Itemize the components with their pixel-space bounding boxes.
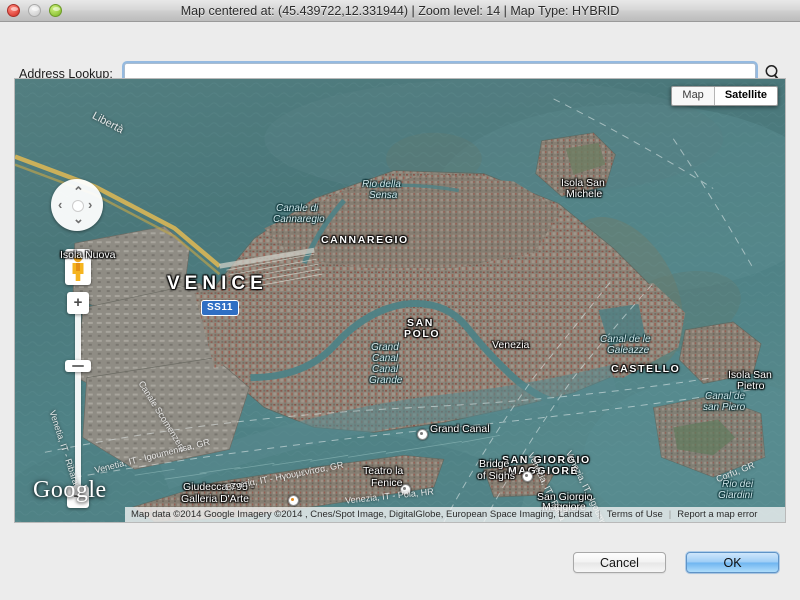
pan-left-icon[interactable]: ‹ [58, 198, 62, 211]
address-lookup-toolbar: Address Lookup: [0, 22, 800, 85]
report-map-error-link[interactable]: Report a map error [677, 509, 757, 520]
poi-marker-bridge-of-sighs[interactable] [522, 471, 533, 482]
zoom-in-button[interactable]: + [67, 292, 89, 314]
pan-center-button[interactable] [72, 200, 84, 212]
poi-marker-grand-canal[interactable] [417, 429, 428, 440]
dialog-button-bar: Cancel OK [0, 524, 800, 600]
zoom-slider-track[interactable] [75, 294, 81, 502]
attribution-separator-2: | [668, 509, 672, 520]
map-type-satellite-button[interactable]: Satellite [713, 87, 777, 105]
ok-button[interactable]: OK [686, 552, 779, 573]
title-bar: Map centered at: (45.439722,12.331944) |… [0, 0, 800, 22]
map-viewport[interactable]: ⌃ ⌄ ‹ › + − Map Satellite SS11 VENICE CA… [14, 78, 786, 523]
terms-of-use-link[interactable]: Terms of Use [607, 509, 663, 520]
google-logo: Google [33, 477, 107, 503]
map-picker-window: Map centered at: (45.439722,12.331944) |… [0, 0, 800, 600]
pan-down-icon[interactable]: ⌄ [73, 212, 84, 225]
street-view-pegman-icon[interactable] [65, 249, 91, 285]
poi-marker-giudecca-795[interactable] [288, 495, 299, 506]
zoom-slider-handle[interactable] [65, 360, 91, 372]
pan-up-icon[interactable]: ⌃ [73, 185, 84, 198]
satellite-imagery [15, 79, 785, 522]
poi-marker-teatro-la-fenice[interactable] [400, 484, 411, 495]
pan-right-icon[interactable]: › [88, 198, 92, 211]
map-type-map-button[interactable]: Map [672, 87, 714, 105]
map-attribution-bar: Map data ©2014 Google Imagery ©2014 , Cn… [125, 507, 785, 522]
attribution-data: Map data ©2014 Google Imagery ©2014 , Cn… [131, 509, 593, 520]
window-title: Map centered at: (45.439722,12.331944) |… [180, 4, 620, 18]
cancel-button[interactable]: Cancel [573, 552, 666, 573]
pan-control[interactable]: ⌃ ⌄ ‹ › [51, 179, 103, 231]
attribution-separator-1: | [598, 509, 601, 520]
map-type-switch[interactable]: Map Satellite [671, 86, 778, 106]
highway-shield-ss11: SS11 [201, 300, 239, 316]
